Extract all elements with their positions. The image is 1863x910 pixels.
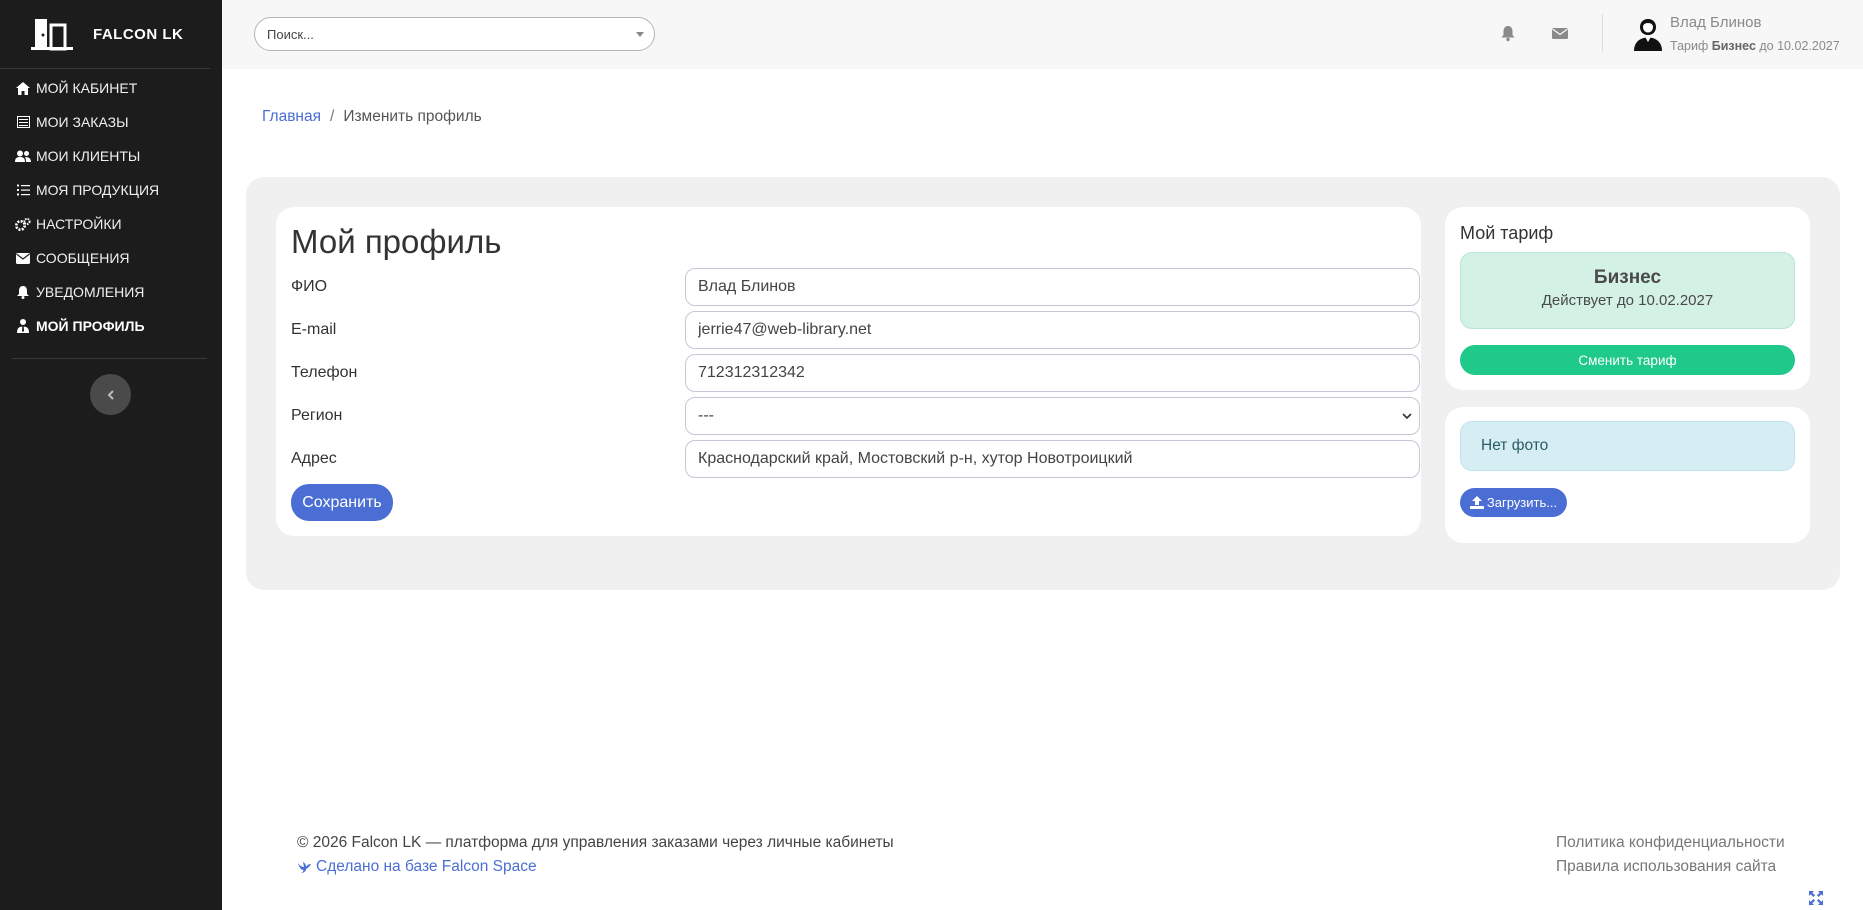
fio-label: ФИО <box>291 278 328 295</box>
phone-field[interactable] <box>685 354 1420 392</box>
cogs-icon <box>15 217 31 231</box>
sidebar-divider <box>12 358 207 359</box>
sidebar-item-label: НАСТРОЙКИ <box>36 216 122 232</box>
sidebar-item-label: МОИ КЛИЕНТЫ <box>36 148 141 164</box>
sidebar-item-label: МОЯ ПРОДУКЦИЯ <box>36 182 160 198</box>
region-selected-value: --- <box>698 407 714 424</box>
address-row: Адрес <box>291 440 1420 478</box>
upload-label: Загрузить... <box>1486 495 1558 510</box>
address-label: Адрес <box>291 450 337 467</box>
breadcrumb-current: Изменить профиль <box>343 108 482 125</box>
brand[interactable]: FALCON LK <box>0 0 210 69</box>
brand-name: FALCON LK <box>93 25 184 43</box>
chevron-left-icon <box>107 389 114 400</box>
sidebar-item-settings[interactable]: НАСТРОЙКИ <box>0 207 222 241</box>
sidebar-item-my-cabinet[interactable]: МОЙ КАБИНЕТ <box>0 71 222 105</box>
fio-row: ФИО <box>291 268 1420 306</box>
photo-card: Нет фото Загрузить... <box>1445 407 1810 543</box>
footer-copyright: © 2026 Falcon LK — платформа для управле… <box>297 834 894 851</box>
sidebar-collapse-button[interactable] <box>90 374 131 415</box>
tariff-name: Бизнес <box>1711 39 1756 53</box>
user-name[interactable]: Влад Блинов <box>1670 14 1761 31</box>
phone-row: Телефон <box>291 354 1420 392</box>
sidebar-nav: МОЙ КАБИНЕТ МОИ ЗАКАЗЫ МОИ КЛИЕНТЫ МОЯ П… <box>0 69 222 343</box>
privacy-policy-link[interactable]: Политика конфиденциальности <box>1556 834 1785 852</box>
sidebar: FALCON LK МОЙ КАБИНЕТ МОИ ЗАКАЗЫ МОИ КЛИ… <box>0 0 222 910</box>
breadcrumb-home-link[interactable]: Главная <box>262 108 321 126</box>
region-select[interactable]: --- <box>685 397 1420 435</box>
profile-card: Мой профиль ФИО E-mail Телефон Регион --… <box>276 207 1421 536</box>
topbar: Поиск... Влад Блинов Тариф Бизнес до 10.… <box>222 0 1863 69</box>
tariff-valid-until: Действует до 10.02.2027 <box>1541 292 1714 309</box>
breadcrumb: Главная / Изменить профиль <box>262 108 482 126</box>
sidebar-item-label: МОЙ ПРОФИЛЬ <box>36 318 145 334</box>
sidebar-item-my-clients[interactable]: МОИ КЛИЕНТЫ <box>0 139 222 173</box>
envelope-icon <box>15 251 31 265</box>
email-field[interactable] <box>685 311 1420 349</box>
sidebar-item-label: УВЕДОМЛЕНИЯ <box>36 284 145 300</box>
upload-icon <box>1469 496 1484 509</box>
falcon-space-label: Сделано на базе Falcon Space <box>316 858 537 875</box>
bird-icon <box>298 862 311 873</box>
email-label: E-mail <box>291 321 337 338</box>
region-label: Регион <box>291 407 343 424</box>
bell-icon[interactable] <box>1499 24 1517 42</box>
sidebar-item-label: СООБЩЕНИЯ <box>36 250 130 266</box>
search-input[interactable]: Поиск... <box>254 17 655 51</box>
sidebar-item-label: МОИ ЗАКАЗЫ <box>36 114 129 130</box>
terms-link[interactable]: Правила использования сайта <box>1556 858 1776 876</box>
users-icon <box>15 149 31 163</box>
door-logo-icon <box>31 19 73 51</box>
phone-label: Телефон <box>291 364 358 381</box>
tariff-card: Мой тариф Бизнес Действует до 10.02.2027… <box>1445 207 1810 390</box>
chevron-down-icon <box>1402 413 1412 420</box>
upload-photo-button[interactable]: Загрузить... <box>1460 488 1567 517</box>
search-placeholder: Поиск... <box>267 26 314 42</box>
falcon-space-link[interactable]: Сделано на базе Falcon Space <box>297 858 537 876</box>
tariff-prefix: Тариф <box>1670 39 1709 53</box>
avatar[interactable] <box>1632 17 1664 51</box>
topbar-divider <box>1602 14 1603 52</box>
list-alt-icon <box>15 115 31 129</box>
caret-down-icon <box>636 32 644 37</box>
user-tie-icon <box>15 319 31 333</box>
home-icon <box>15 81 31 95</box>
tariff-plan-name: Бизнес <box>1593 267 1662 288</box>
region-row: Регион --- <box>291 397 1420 435</box>
address-field[interactable] <box>685 440 1420 478</box>
expand-icon[interactable] <box>1808 890 1824 906</box>
save-button[interactable]: Сохранить <box>291 484 393 521</box>
tariff-until: до 10.02.2027 <box>1759 39 1840 53</box>
breadcrumb-separator: / <box>330 108 335 125</box>
page-title: Мой профиль <box>291 223 502 260</box>
sidebar-item-notifications[interactable]: УВЕДОМЛЕНИЯ <box>0 275 222 309</box>
sidebar-item-label: МОЙ КАБИНЕТ <box>36 80 138 96</box>
tariff-info-box: Бизнес Действует до 10.02.2027 <box>1460 252 1795 329</box>
sidebar-item-messages[interactable]: СООБЩЕНИЯ <box>0 241 222 275</box>
bell-icon <box>15 285 31 299</box>
fio-field[interactable] <box>685 268 1420 306</box>
user-tariff-info: Тариф Бизнес до 10.02.2027 <box>1670 39 1840 53</box>
envelope-icon[interactable] <box>1551 24 1569 42</box>
email-row: E-mail <box>291 311 1420 349</box>
change-tariff-button[interactable]: Сменить тариф <box>1460 345 1795 375</box>
sidebar-item-my-profile[interactable]: МОЙ ПРОФИЛЬ <box>0 309 222 343</box>
sidebar-item-my-orders[interactable]: МОИ ЗАКАЗЫ <box>0 105 222 139</box>
tasks-icon <box>15 183 31 197</box>
no-photo-notice: Нет фото <box>1460 421 1795 471</box>
sidebar-item-my-products[interactable]: МОЯ ПРОДУКЦИЯ <box>0 173 222 207</box>
tariff-card-title: Мой тариф <box>1460 223 1554 243</box>
